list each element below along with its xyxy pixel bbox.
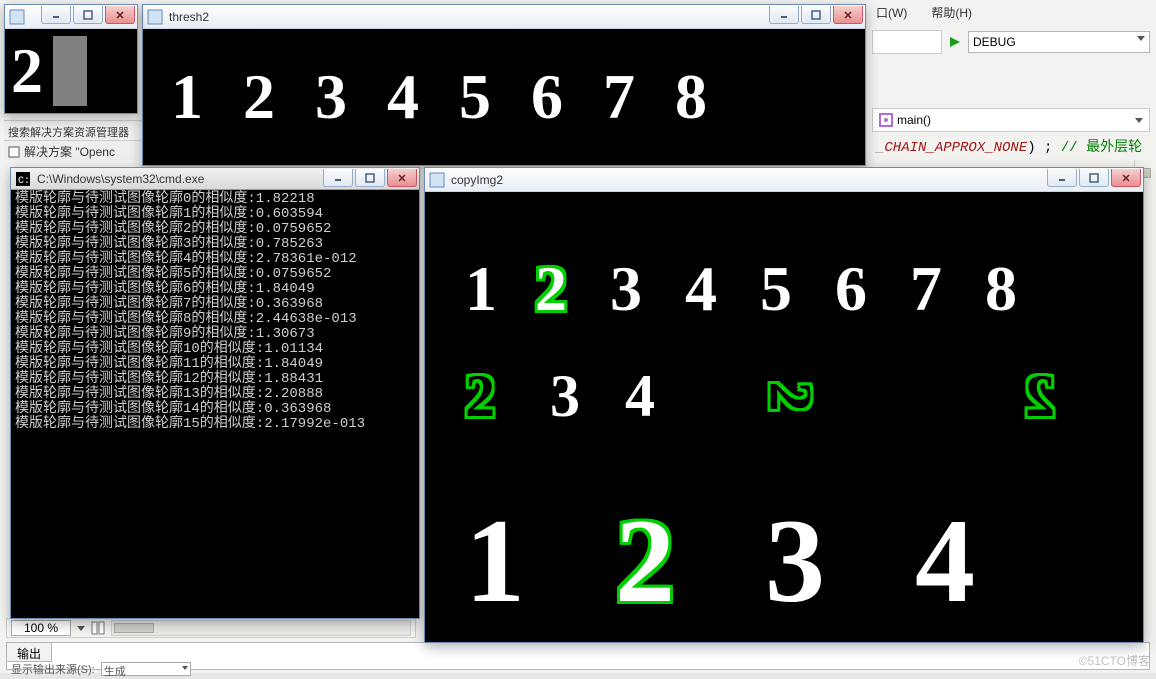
chevron-down-icon — [77, 626, 85, 631]
chevron-down-icon — [182, 666, 188, 670]
output-panel: 输出 显示输出来源(S): 生成 — [6, 642, 1150, 670]
solution-icon — [8, 146, 20, 158]
watermark: ©51CTO博客 — [1079, 652, 1150, 669]
titlebar[interactable]: thresh2 — [143, 5, 865, 29]
digit: 3 — [610, 252, 642, 326]
editor-zoom-bar: 100 % — [6, 618, 416, 638]
cmd-icon: C: — [15, 171, 31, 187]
ide-scope-combo[interactable]: main() — [872, 108, 1150, 132]
app-icon — [9, 9, 25, 25]
minimize-button[interactable] — [323, 169, 353, 187]
output-tab[interactable]: 输出 — [6, 642, 52, 662]
window-cmd: C: C:\Windows\system32\cmd.exe 模版轮廓与待测试图… — [10, 167, 420, 619]
maximize-button[interactable] — [801, 6, 831, 24]
output-source-text: 生成 — [104, 666, 126, 678]
toolbar-spacer — [872, 30, 942, 54]
client-area: 2 — [5, 29, 137, 113]
thresh-digit: 1 — [171, 60, 203, 134]
launch-icon[interactable] — [948, 35, 962, 49]
digit: 4 — [625, 362, 655, 431]
menu-help[interactable]: 帮助(H) — [927, 2, 976, 24]
title-text: C:\Windows\system32\cmd.exe — [37, 172, 204, 186]
window-thresh2: thresh2 12345678 — [142, 4, 866, 166]
zoom-combo[interactable]: 100 % — [11, 620, 71, 636]
title-text: copyImg2 — [451, 173, 503, 187]
close-button[interactable] — [833, 6, 863, 24]
titlebar[interactable] — [5, 5, 137, 29]
matched-digit: 2 — [1025, 362, 1055, 431]
matched-digit: 2 — [535, 252, 567, 326]
thresh-digit: 4 — [387, 60, 419, 134]
solution-explorer: 搜索解决方案资源管理器 解决方案 "Openc — [4, 120, 154, 160]
digit: 4 — [685, 252, 717, 326]
digit: 1 — [465, 252, 497, 326]
thresh-digit: 6 — [531, 60, 563, 134]
output-source-label: 显示输出来源(S): — [11, 661, 95, 677]
digit: 3 — [765, 492, 825, 630]
sol-search-bar[interactable]: 搜索解决方案资源管理器 — [4, 123, 154, 141]
svg-text:C:: C: — [18, 176, 30, 186]
config-combo[interactable]: DEBUG — [968, 31, 1150, 53]
scope-combo-text: main() — [897, 113, 931, 127]
h-scrollbar[interactable] — [111, 620, 411, 636]
client-area: 12345678 — [143, 29, 865, 165]
scrollbar-thumb[interactable] — [114, 623, 154, 633]
thresh-digit: 8 — [675, 60, 707, 134]
minimize-button[interactable] — [1047, 169, 1077, 187]
digit: 5 — [760, 252, 792, 326]
digit: 1 — [465, 492, 525, 630]
digit: 4 — [915, 492, 975, 630]
minimize-button[interactable] — [769, 6, 799, 24]
cmd-output[interactable]: 模版轮廓与待测试图像轮廓0的相似度:1.82218 模版轮廓与待测试图像轮廓1的… — [11, 190, 419, 618]
code-comment: // 最外层轮 — [1061, 140, 1142, 156]
minimize-button[interactable] — [41, 6, 71, 24]
ide-menu-bar: 口(W) 帮助(H) — [872, 2, 976, 24]
window-template-2: 2 — [4, 4, 138, 114]
chevron-down-icon — [1137, 36, 1145, 41]
digit: 8 — [985, 252, 1017, 326]
close-button[interactable] — [387, 169, 417, 187]
matched-digit: 2 — [756, 382, 825, 412]
thresh-digit: 5 — [459, 60, 491, 134]
titlebar[interactable]: copyImg2 — [425, 168, 1143, 192]
app-icon — [429, 172, 445, 188]
maximize-button[interactable] — [355, 169, 385, 187]
digit: 3 — [550, 362, 580, 431]
menu-window[interactable]: 口(W) — [872, 2, 911, 24]
config-combo-text: DEBUG — [973, 35, 1016, 49]
grey-padding — [53, 36, 87, 106]
ide-toolbar: DEBUG — [872, 28, 1150, 56]
code-punc: ) ; — [1027, 140, 1052, 156]
sol-root-label[interactable]: 解决方案 "Openc — [24, 143, 115, 160]
matched-digit: 2 — [615, 492, 675, 630]
thresh-digit: 7 — [603, 60, 635, 134]
chevron-down-icon — [1135, 118, 1143, 123]
title-text: thresh2 — [169, 10, 209, 24]
titlebar[interactable]: C: C:\Windows\system32\cmd.exe — [11, 168, 419, 190]
code-snippet: _CHAIN_APPROX_NONE) ; // 最外层轮 — [872, 134, 1150, 158]
digit: 6 — [835, 252, 867, 326]
maximize-button[interactable] — [73, 6, 103, 24]
template-digit: 2 — [11, 34, 43, 108]
thresh-digit: 2 — [243, 60, 275, 134]
close-button[interactable] — [1111, 169, 1141, 187]
zoom-value: 100 % — [24, 621, 58, 635]
window-copyimg2: copyImg2 12345678234221234 — [424, 167, 1144, 643]
client-area: 12345678234221234 — [425, 192, 1143, 642]
split-icon[interactable] — [91, 621, 105, 635]
thresh-digit: 3 — [315, 60, 347, 134]
close-button[interactable] — [105, 6, 135, 24]
digit: 7 — [910, 252, 942, 326]
output-source-combo[interactable]: 生成 — [101, 662, 191, 676]
code-macro: CHAIN_APPROX_NONE — [884, 140, 1027, 156]
maximize-button[interactable] — [1079, 169, 1109, 187]
matched-digit: 2 — [465, 362, 495, 431]
function-icon — [879, 113, 893, 127]
app-icon — [147, 9, 163, 25]
